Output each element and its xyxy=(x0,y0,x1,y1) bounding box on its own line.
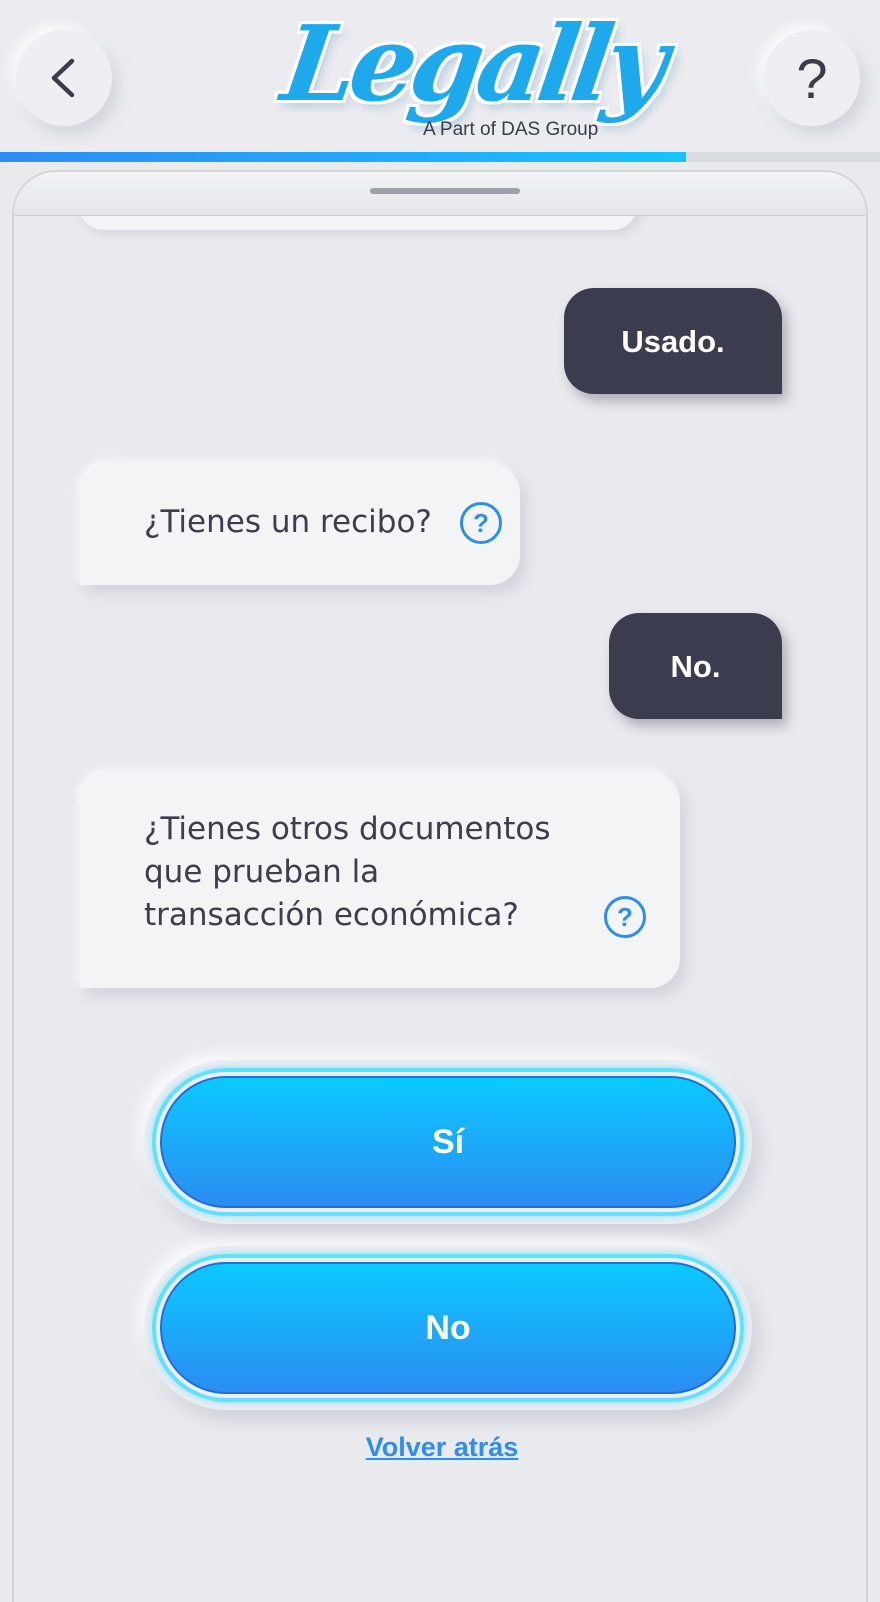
progress-fill xyxy=(0,152,687,162)
help-button[interactable]: ? xyxy=(764,30,860,126)
logo-wordmark: Legally xyxy=(275,2,670,125)
user-message-text: Usado. xyxy=(621,323,725,359)
panel-header xyxy=(14,172,866,216)
previous-message-fragment xyxy=(78,216,638,230)
drag-handle[interactable] xyxy=(370,188,520,194)
bot-message-text: ¿Tienes otros documentos que prueban la … xyxy=(144,811,551,933)
yes-button[interactable]: Sí xyxy=(160,1076,736,1208)
chevron-left-icon xyxy=(51,58,75,98)
question-circle-icon[interactable]: ? xyxy=(604,896,646,938)
screen: Legally A Part of DAS Group ? Usado. ¿Ti… xyxy=(0,0,880,1602)
bot-message: ¿Tienes un recibo? ? xyxy=(80,463,520,585)
logo-subtitle: A Part of DAS Group xyxy=(423,119,599,140)
user-message: No. xyxy=(609,613,782,719)
logo: Legally A Part of DAS Group xyxy=(275,2,669,146)
no-button[interactable]: No xyxy=(160,1262,736,1394)
back-button[interactable] xyxy=(16,30,112,126)
question-circle-icon[interactable]: ? xyxy=(460,502,502,544)
bot-message-text: ¿Tienes un recibo? xyxy=(144,504,432,540)
chat-history[interactable]: Usado. ¿Tienes un recibo? ? No. ¿Tienes … xyxy=(14,216,866,1602)
progress-bar xyxy=(0,152,880,162)
user-message: Usado. xyxy=(564,288,782,394)
question-mark-icon: ? xyxy=(796,46,828,110)
chat-panel: Usado. ¿Tienes un recibo? ? No. ¿Tienes … xyxy=(12,170,868,1602)
answer-option-yes: Sí xyxy=(144,1060,752,1224)
answer-option-no: No xyxy=(144,1246,752,1410)
go-back-link[interactable]: Volver atrás xyxy=(14,1432,866,1463)
header: Legally A Part of DAS Group ? xyxy=(0,0,880,162)
bot-message: ¿Tienes otros documentos que prueban la … xyxy=(80,772,680,988)
user-message-text: No. xyxy=(670,648,721,684)
